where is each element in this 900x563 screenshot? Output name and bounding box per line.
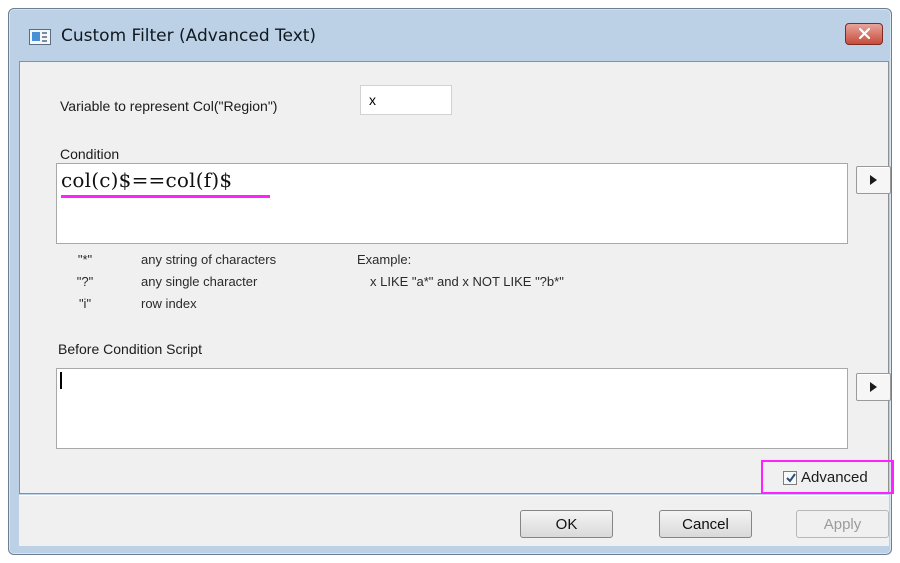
hint-description-any-string: any string of characters: [141, 252, 277, 267]
condition-expression: col(c)$==col(f)$: [61, 168, 233, 192]
ok-button[interactable]: OK: [520, 510, 613, 538]
script-menu-button[interactable]: [856, 373, 891, 401]
condition-label: Condition: [60, 146, 120, 162]
before-condition-script-input[interactable]: [56, 368, 848, 449]
hint-description-row-index: row index: [141, 296, 197, 311]
window-title: Custom Filter (Advanced Text): [61, 26, 317, 46]
hint-key-single-character: "?": [76, 274, 94, 289]
condition-menu-button[interactable]: [856, 166, 891, 194]
hint-key-row-index: "i": [78, 296, 92, 311]
example-label: Example:: [357, 252, 412, 267]
filter-settings-panel: Variable to represent Col("Region") x Co…: [19, 61, 894, 494]
apply-button[interactable]: Apply: [796, 510, 889, 538]
variable-label: Variable to represent Col("Region"): [60, 98, 278, 114]
hint-description-single-character: any single character: [141, 274, 258, 289]
text-caret: [60, 372, 62, 389]
right-arrow-icon: [870, 382, 877, 392]
before-condition-script-label: Before Condition Script: [58, 341, 202, 357]
dialog-app-icon: [29, 29, 51, 45]
advanced-label: Advanced: [801, 469, 868, 486]
condition-highlight-underline: [61, 195, 270, 198]
condition-input[interactable]: col(c)$==col(f)$: [56, 163, 848, 244]
close-button[interactable]: [845, 23, 883, 45]
title-bar: Custom Filter (Advanced Text): [9, 9, 891, 61]
hint-key-any-string: "*": [77, 252, 93, 267]
example-text: x LIKE "a*" and x NOT LIKE "?b*": [370, 274, 564, 289]
variable-input[interactable]: x: [360, 85, 452, 115]
close-icon: [859, 28, 870, 39]
advanced-checkbox[interactable]: [783, 471, 797, 485]
custom-filter-dialog: Custom Filter (Advanced Text) Variable t…: [8, 8, 894, 555]
checkmark-icon: [786, 473, 796, 483]
cancel-button[interactable]: Cancel: [659, 510, 752, 538]
right-arrow-icon: [870, 175, 877, 185]
advanced-option[interactable]: Advanced: [761, 460, 894, 494]
dialog-footer: OK Cancel Apply: [19, 495, 889, 546]
